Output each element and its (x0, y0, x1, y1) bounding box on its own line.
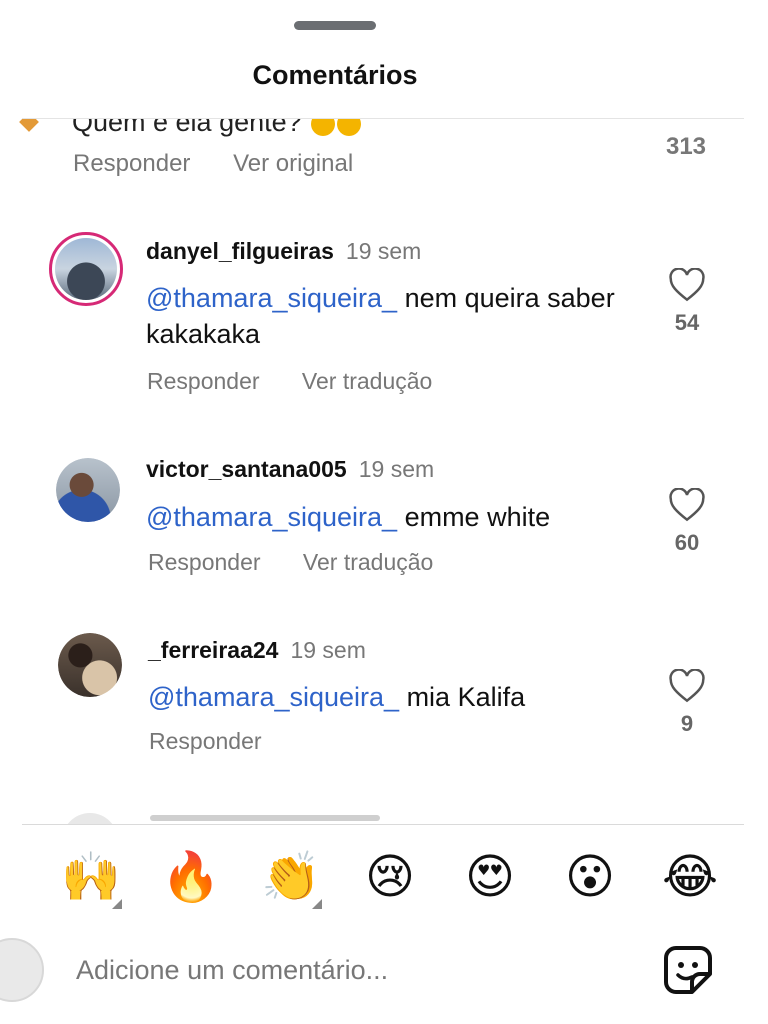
more-variants-icon (312, 899, 322, 909)
like-count: 313 (665, 133, 707, 160)
raising-hands-emoji-button[interactable]: 🙌 (58, 845, 124, 911)
partial-comment-meta (150, 815, 380, 821)
sheet-title: Comentários (252, 60, 418, 90)
fire-emoji-button[interactable]: 🔥 (158, 845, 224, 911)
like-count: 60 (674, 530, 700, 555)
username[interactable]: victor_santana005 (146, 456, 347, 482)
sticker-icon[interactable] (662, 944, 714, 996)
reply-button[interactable]: Responder (149, 728, 262, 754)
comment-composer (0, 930, 768, 1010)
like-count: 9 (680, 711, 694, 736)
heart-eyes-emoji-button[interactable]: 😍 (457, 845, 523, 911)
reply-button[interactable]: Responder (147, 368, 260, 394)
more-variants-icon (112, 899, 122, 909)
avatar[interactable] (56, 458, 120, 522)
timestamp: 19 sem (345, 238, 422, 264)
emoji-icon (337, 119, 362, 136)
mention-link[interactable]: @thamara_siqueira_ (146, 502, 397, 532)
heart-icon[interactable] (668, 488, 706, 522)
avatar (62, 813, 118, 824)
comment-text: @thamara_siqueira_ emme white (146, 502, 551, 532)
mention-link[interactable]: @thamara_siqueira_ (148, 682, 399, 712)
heart-icon[interactable] (668, 268, 706, 302)
avatar[interactable] (58, 633, 122, 697)
comment-text: Quem é ela gente? (72, 119, 362, 138)
reply-button[interactable]: Responder (148, 549, 261, 575)
avatar[interactable] (49, 232, 123, 306)
see-original-button[interactable]: Ver original (233, 150, 353, 177)
comment-text: @thamara_siqueira_ mia Kalifa (148, 682, 526, 712)
surprised-face-emoji-button[interactable]: 😮 (557, 845, 623, 911)
comment-actions: Responder Ver original (73, 150, 389, 178)
like-button[interactable]: 60 (662, 488, 712, 556)
like-button[interactable]: 54 (662, 268, 712, 336)
comments-list[interactable]: Quem é ela gente? Responder Ver original… (0, 119, 768, 824)
timestamp: 19 sem (358, 456, 435, 482)
reply-button[interactable]: Responder (73, 150, 190, 177)
see-translation-button[interactable]: Ver tradução (303, 549, 433, 575)
divider (22, 824, 744, 825)
like-button[interactable]: 9 (662, 669, 712, 737)
mention-link[interactable]: @thamara_siqueira_ (146, 283, 397, 313)
see-translation-button[interactable]: Ver tradução (302, 368, 432, 394)
heart-icon[interactable] (668, 669, 706, 703)
comment-text: @thamara_siqueira_ nem queira saber kaka… (146, 283, 615, 349)
clapping-hands-emoji-button[interactable]: 👏 (258, 845, 324, 911)
avatar (0, 938, 44, 1002)
laughing-face-emoji-button[interactable]: 😂 (657, 845, 723, 911)
timestamp: 19 sem (290, 637, 366, 663)
username[interactable]: _ferreiraa24 (148, 637, 278, 663)
quick-reaction-bar: 🙌 🔥 👏 😢 😍 😮 😂 (0, 845, 768, 915)
like-count: 54 (674, 310, 700, 335)
username[interactable]: danyel_filgueiras (146, 238, 334, 264)
comment-input[interactable] (76, 950, 616, 990)
drag-handle[interactable] (294, 21, 376, 30)
crying-face-emoji-button[interactable]: 😢 (357, 845, 423, 911)
avatar (19, 119, 39, 132)
emoji-icon (311, 119, 336, 136)
